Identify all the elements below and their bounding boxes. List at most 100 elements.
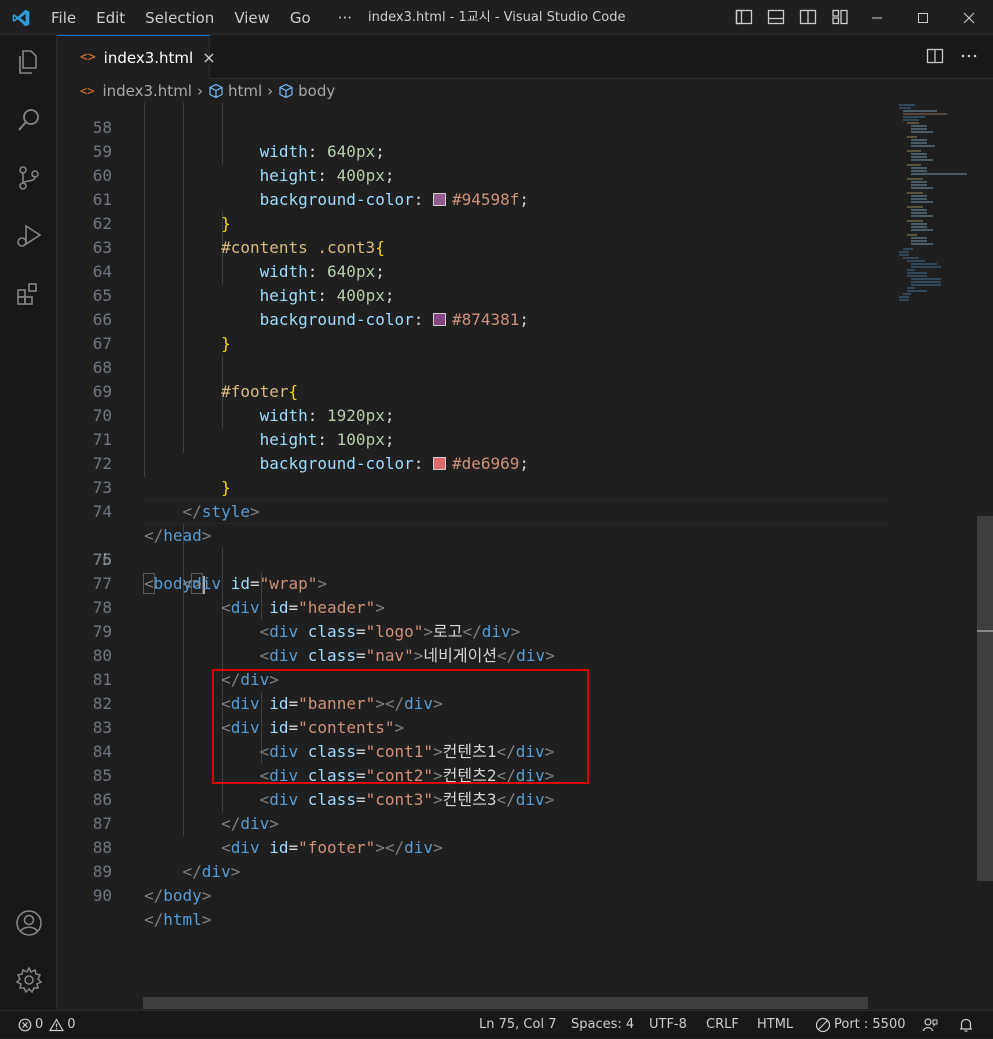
symbol-cube-icon — [209, 83, 223, 99]
minimize-button[interactable] — [854, 0, 900, 35]
error-count: 0 — [35, 1017, 44, 1032]
encoding[interactable]: UTF-8 — [649, 1011, 687, 1039]
scrollbar-cursor-marker — [977, 630, 993, 632]
language-mode[interactable]: HTML — [757, 1011, 793, 1039]
maximize-icon — [918, 12, 928, 23]
menu-bar: File Edit Selection View Go ··· — [40, 0, 361, 35]
title-bar: File Edit Selection View Go ··· index3.h… — [0, 0, 993, 35]
code-line-88: 88 </div> — [92, 838, 241, 881]
minimize-icon — [872, 17, 882, 18]
status-bar: 0 0 Ln 75, Col 7 Spaces: 4 UTF-8 CRLF HT… — [0, 1010, 993, 1038]
editor-actions — [925, 46, 979, 66]
search-icon[interactable] — [14, 105, 44, 135]
customize-layout-icon[interactable] — [830, 7, 850, 27]
code-line-62: 62 #contents .cont3{ — [92, 214, 385, 257]
close-icon — [963, 12, 975, 23]
run-and-debug-icon[interactable] — [14, 221, 44, 251]
broadcast-icon — [815, 1017, 831, 1033]
menu-view[interactable]: View — [223, 9, 279, 27]
breadcrumb-body[interactable]: body — [278, 82, 335, 100]
warning-count: 0 — [67, 1017, 76, 1032]
split-editor-icon[interactable] — [925, 46, 945, 66]
tab-close-icon[interactable]: × — [202, 48, 215, 67]
highlight-box — [212, 669, 589, 784]
code-line-63: 63 width: 640px; — [92, 238, 385, 281]
source-control-icon[interactable] — [14, 163, 44, 193]
code-line-75-current: 75 <body> — [57, 500, 993, 594]
error-icon — [18, 1018, 32, 1032]
code-line-73: 73 </style> — [92, 478, 260, 521]
code-line-71: 71 background-color: #de6969; — [92, 430, 530, 473]
maximize-button[interactable] — [900, 0, 946, 35]
code-line-60: 60 background-color: #94598f; — [92, 166, 530, 209]
activity-bar — [0, 35, 57, 1010]
notifications-button[interactable] — [958, 1011, 974, 1039]
code-line-65: 65 background-color: #874381; — [92, 286, 530, 329]
code-line-66: 66 } — [92, 310, 231, 353]
extensions-icon[interactable] — [14, 279, 44, 309]
code-line-59: 59 height: 400px; — [92, 142, 395, 185]
code-line-68: 68 #footer{ — [92, 358, 299, 401]
tab-bar: <> index3.html × — [57, 35, 993, 79]
tab-label: index3.html — [103, 48, 194, 67]
code-line-64: 64 height: 400px; — [92, 262, 395, 305]
menu-go[interactable]: Go — [279, 9, 320, 27]
vertical-scrollbar[interactable] — [977, 516, 993, 881]
current-line-highlight — [143, 500, 889, 524]
feedback-person-icon — [922, 1018, 938, 1032]
breadcrumb-file[interactable]: <> index3.html — [80, 82, 192, 100]
breadcrumb-file-label: index3.html — [102, 82, 192, 100]
chevron-right-icon: › — [267, 82, 274, 100]
more-actions-icon[interactable] — [959, 46, 979, 66]
code-line-77: 77 <div id="header"> — [92, 574, 385, 617]
vscode-logo-icon[interactable] — [11, 8, 31, 28]
toggle-secondary-sidebar-icon[interactable] — [798, 7, 818, 27]
port-label: Port : 5500 — [834, 1017, 906, 1032]
warning-icon — [49, 1018, 65, 1032]
menu-more[interactable]: ··· — [320, 9, 361, 27]
code-line-78: 78 <div class="logo">로고</div> — [92, 598, 521, 641]
menu-file[interactable]: File — [40, 9, 85, 27]
live-server-port[interactable]: Port : 5500 — [815, 1011, 906, 1039]
toggle-primary-sidebar-icon[interactable] — [734, 7, 754, 27]
cursor-position[interactable]: Ln 75, Col 7 — [479, 1011, 556, 1039]
breadcrumb-html-label: html — [227, 82, 263, 100]
breadcrumb-html[interactable]: html — [208, 82, 262, 100]
code-line-80: 80 </div> — [92, 646, 279, 689]
menu-edit[interactable]: Edit — [85, 9, 134, 27]
problems-indicator[interactable]: 0 0 — [18, 1011, 76, 1039]
tab-index3-html[interactable]: <> index3.html × — [57, 35, 216, 79]
indentation[interactable]: Spaces: 4 — [571, 1011, 634, 1039]
close-window-button[interactable] — [946, 0, 992, 35]
accounts-icon[interactable] — [14, 908, 44, 938]
bell-icon — [960, 1018, 972, 1032]
window-title: index3.html - 1교시 - Visual Studio Code — [368, 10, 626, 25]
code-line-67: 67 — [92, 334, 112, 353]
minimap[interactable] — [897, 103, 977, 303]
code-line-87: 87 <div id="footer"></div> — [92, 814, 443, 857]
toggle-panel-icon[interactable] — [766, 7, 786, 27]
code-line-74: 74 </head> — [92, 502, 212, 545]
code-line-70: 70 height: 100px; — [92, 406, 395, 449]
menu-selection[interactable]: Selection — [134, 9, 223, 27]
explorer-icon[interactable] — [14, 47, 44, 77]
html-file-icon: <> — [80, 50, 96, 65]
code-line-69: 69 width: 1920px; — [92, 382, 395, 425]
code-line-61: 61 } — [92, 190, 231, 233]
chevron-right-icon: › — [196, 82, 203, 100]
code-editor[interactable]: 58 width: 640px; 59 height: 400px; 60 ba… — [57, 103, 993, 1010]
code-line-79: 79 <div class="nav">네비게이션</div> — [92, 622, 555, 665]
code-line-90: 90 </html> — [92, 886, 212, 929]
breadcrumb-body-label: body — [298, 82, 336, 100]
code-line-89: 89 </body> — [92, 862, 212, 905]
html-file-icon: <> — [80, 84, 95, 98]
symbol-cube-icon — [279, 83, 293, 99]
code-line-76: 76 <div id="wrap"> — [92, 550, 328, 593]
code-line-58: 58 width: 640px; — [92, 118, 385, 161]
line-ending[interactable]: CRLF — [706, 1011, 739, 1039]
accounts-status[interactable] — [922, 1011, 938, 1039]
horizontal-scrollbar[interactable] — [143, 997, 868, 1009]
breadcrumb: <> index3.html › html › body — [57, 79, 993, 103]
code-line-81: 81 <div id="banner"></div> — [92, 670, 443, 713]
manage-gear-icon[interactable] — [14, 965, 44, 995]
